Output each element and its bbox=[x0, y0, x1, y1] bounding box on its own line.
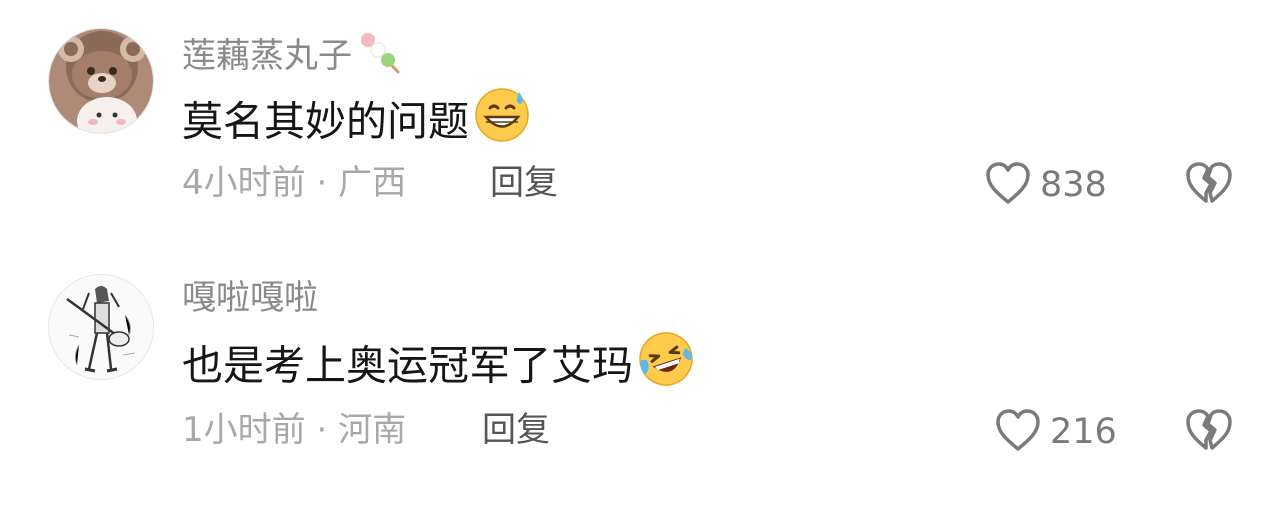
broken-heart-icon bbox=[1184, 162, 1234, 210]
reply-button[interactable]: 回复 bbox=[482, 410, 550, 450]
comment-location: 河南 bbox=[338, 410, 407, 450]
username[interactable]: 嘎啦嘎啦 bbox=[182, 278, 318, 318]
meta-separator: · bbox=[305, 163, 339, 203]
comment-location: 广西 bbox=[338, 163, 407, 203]
dislike-button[interactable] bbox=[1184, 407, 1234, 457]
avatar[interactable] bbox=[48, 274, 154, 380]
username-text: 嘎啦嘎啦 bbox=[182, 278, 318, 318]
dislike-button[interactable] bbox=[1184, 160, 1234, 210]
username[interactable]: 莲藕蒸丸子 bbox=[182, 30, 402, 85]
comment-meta: 4小时前 · 广西 bbox=[182, 163, 406, 203]
like-button[interactable]: 216 bbox=[994, 407, 1117, 457]
like-button[interactable]: 838 bbox=[984, 160, 1107, 210]
sketch-figure-avatar-icon bbox=[49, 275, 153, 379]
meta-separator: · bbox=[305, 410, 339, 450]
comment-item: 嘎啦嘎啦 也是考上奥运冠军了艾玛 1小时前 · 河南 回复 216 bbox=[0, 250, 1284, 500]
comment-item: 莲藕蒸丸子 莫名其妙的问题 4小时前 · 广西 回复 838 bbox=[0, 0, 1284, 250]
like-count: 838 bbox=[1040, 165, 1107, 205]
comment-content: 也是考上奥运冠军了艾玛 bbox=[182, 332, 695, 403]
reply-button[interactable]: 回复 bbox=[490, 163, 558, 203]
avatar[interactable] bbox=[48, 28, 154, 134]
username-text: 莲藕蒸丸子 bbox=[182, 36, 352, 76]
comment-time: 1小时前 bbox=[182, 410, 306, 450]
comment-time: 4小时前 bbox=[182, 163, 306, 203]
broken-heart-icon bbox=[1184, 409, 1234, 457]
comment-text: 也是考上奥运冠军了艾玛 bbox=[182, 341, 633, 390]
heart-outline-icon bbox=[994, 407, 1042, 457]
dango-icon bbox=[356, 30, 402, 85]
laughing-tears-emoji bbox=[637, 330, 695, 399]
bear-avatar-icon bbox=[49, 29, 153, 133]
grinning-sweat-emoji bbox=[473, 86, 531, 155]
like-count: 216 bbox=[1050, 412, 1117, 452]
heart-outline-icon bbox=[984, 160, 1032, 210]
comment-text: 莫名其妙的问题 bbox=[182, 97, 469, 146]
comment-content: 莫名其妙的问题 bbox=[182, 88, 531, 159]
comment-meta: 1小时前 · 河南 bbox=[182, 410, 406, 450]
